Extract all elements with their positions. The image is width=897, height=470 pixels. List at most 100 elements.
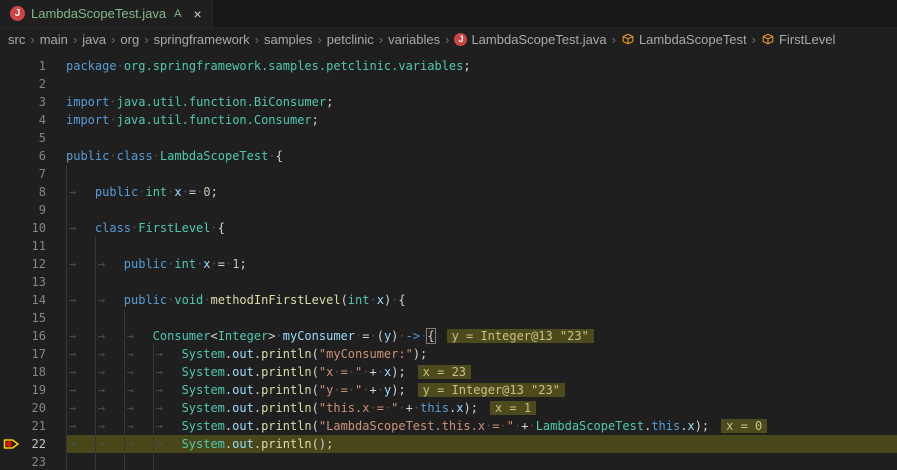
code-line[interactable]: public·class·LambdaScopeTest·{ <box>66 147 897 165</box>
whitespace-dot: · <box>211 257 218 271</box>
code-line[interactable]: →public·int·x·=·0; <box>66 183 897 201</box>
code-token: "this.x <box>319 401 370 415</box>
breadcrumb-item-main[interactable]: main <box>40 32 68 47</box>
breadcrumb-item-lambdascopetest[interactable]: LambdaScopeTest <box>621 32 747 47</box>
whitespace-dot: · <box>369 329 376 343</box>
line-number[interactable]: 18 <box>0 363 66 381</box>
indent-guide <box>66 453 95 470</box>
line-number[interactable]: 13 <box>0 273 66 291</box>
line-number[interactable]: 6 <box>0 147 66 165</box>
line-number[interactable]: 7 <box>0 165 66 183</box>
whitespace-dot: · <box>398 401 405 415</box>
line-number[interactable]: 5 <box>0 129 66 147</box>
line-number[interactable]: 11 <box>0 237 66 255</box>
breadcrumb-item-lambdascopetest-java[interactable]: JLambdaScopeTest.java <box>454 32 606 47</box>
code-line[interactable] <box>66 201 897 219</box>
line-number[interactable]: 2 <box>0 75 66 93</box>
code-token: FirstLevel <box>138 221 210 235</box>
code-line[interactable]: import·java.util.function.Consumer; <box>66 111 897 129</box>
code-line[interactable] <box>66 129 897 147</box>
code-line[interactable] <box>66 237 897 255</box>
code-token: x <box>203 257 210 271</box>
close-icon[interactable]: × <box>194 7 202 21</box>
code-line[interactable] <box>66 273 897 291</box>
code-token: -> <box>406 329 420 343</box>
indent-guide <box>66 237 95 255</box>
breadcrumb-item-samples[interactable]: samples <box>264 32 312 47</box>
line-number[interactable]: 15 <box>0 309 66 327</box>
whitespace-dot: · <box>500 419 507 433</box>
line-number[interactable]: 23 <box>0 453 66 470</box>
tab-whitespace-arrow: → <box>66 255 95 273</box>
line-number[interactable]: 10 <box>0 219 66 237</box>
code-token: ( <box>312 383 319 397</box>
code-line[interactable]: →class·FirstLevel·{ <box>66 219 897 237</box>
code-token: System <box>182 347 225 361</box>
breadcrumb-item-org[interactable]: org <box>120 32 139 47</box>
code-token: "LambdaScopeTest.this.x <box>319 419 485 433</box>
breadcrumb-label: src <box>8 32 25 47</box>
code-line-row: 2 <box>0 75 897 93</box>
line-number[interactable]: 12 <box>0 255 66 273</box>
code-line[interactable]: →→public·void·methodInFirstLevel(int·x)·… <box>66 291 897 309</box>
code-token: out <box>232 437 254 451</box>
code-line[interactable] <box>66 453 897 470</box>
code-line[interactable]: →→→→System.out.println("x·=·"·+·x);x = 2… <box>66 363 897 381</box>
line-number[interactable]: 21 <box>0 417 66 435</box>
debug-inline-value: x = 23 <box>418 365 471 379</box>
code-line[interactable]: →→public·int·x·=·1; <box>66 255 897 273</box>
breadcrumb-item-java[interactable]: java <box>82 32 106 47</box>
code-line[interactable]: package·org.springframework.samples.petc… <box>66 57 897 75</box>
code-line[interactable] <box>66 309 897 327</box>
breadcrumb-item-springframework[interactable]: springframework <box>154 32 250 47</box>
editor-tab[interactable]: J LambdaScopeTest.java A × <box>0 0 213 27</box>
whitespace-dot: · <box>377 383 384 397</box>
code-line[interactable]: →→→→System.out.println("myConsumer:"); <box>66 345 897 363</box>
code-line[interactable]: →→→→System.out.println("this.x·=·"·+·thi… <box>66 399 897 417</box>
line-number[interactable]: 16 <box>0 327 66 345</box>
whitespace-dot: · <box>362 383 369 397</box>
code-line[interactable] <box>66 75 897 93</box>
tab-bar: J LambdaScopeTest.java A × <box>0 0 897 28</box>
whitespace-dot: · <box>377 365 384 379</box>
code-line[interactable] <box>66 165 897 183</box>
class-symbol-icon <box>621 32 635 46</box>
chevron-separator-icon: › <box>111 32 115 47</box>
breadcrumb-label: petclinic <box>327 32 374 47</box>
code-line[interactable]: →→→Consumer<Integer>·myConsumer·=·(y)·->… <box>66 327 897 345</box>
line-number[interactable]: 20 <box>0 399 66 417</box>
breadcrumb-item-src[interactable]: src <box>8 32 25 47</box>
line-number[interactable]: 8 <box>0 183 66 201</box>
code-line-row: 15 <box>0 309 897 327</box>
code-line[interactable]: import·java.util.function.BiConsumer; <box>66 93 897 111</box>
code-line-row: 22→→→→System.out.println(); <box>0 435 897 453</box>
line-number[interactable]: 19 <box>0 381 66 399</box>
tab-whitespace-arrow: → <box>66 381 95 399</box>
code-line[interactable]: →→→→System.out.println("LambdaScopeTest.… <box>66 417 897 435</box>
breakpoint-current-line-icon[interactable] <box>3 437 20 451</box>
breadcrumb-item-petclinic[interactable]: petclinic <box>327 32 374 47</box>
code-line[interactable]: →→→→System.out.println("y·=·"·+·y);y = I… <box>66 381 897 399</box>
chevron-separator-icon: › <box>317 32 321 47</box>
line-number[interactable]: 1 <box>0 57 66 75</box>
vscode-window: J LambdaScopeTest.java A × src › main › java… <box>0 0 897 470</box>
line-number[interactable]: 3 <box>0 93 66 111</box>
line-number[interactable]: 14 <box>0 291 66 309</box>
whitespace-dot: · <box>362 365 369 379</box>
code-line-row: 7 <box>0 165 897 183</box>
code-token: < <box>210 329 217 343</box>
breadcrumb-item-firstlevel[interactable]: FirstLevel <box>761 32 835 47</box>
code-line-row: 10→class·FirstLevel·{ <box>0 219 897 237</box>
code-line[interactable]: →→→→System.out.println(); <box>66 435 897 453</box>
line-number[interactable]: 9 <box>0 201 66 219</box>
indent-guide <box>66 201 95 219</box>
breadcrumb-item-variables[interactable]: variables <box>388 32 440 47</box>
code-token: . <box>254 419 261 433</box>
line-number[interactable]: 17 <box>0 345 66 363</box>
code-editor: 1package·org.springframework.samples.pet… <box>0 50 897 470</box>
java-file-icon: J <box>454 33 467 46</box>
code-token: x <box>377 293 384 307</box>
tab-whitespace-arrow: → <box>95 255 124 273</box>
code-line-row: 8→public·int·x·=·0; <box>0 183 897 201</box>
line-number[interactable]: 4 <box>0 111 66 129</box>
